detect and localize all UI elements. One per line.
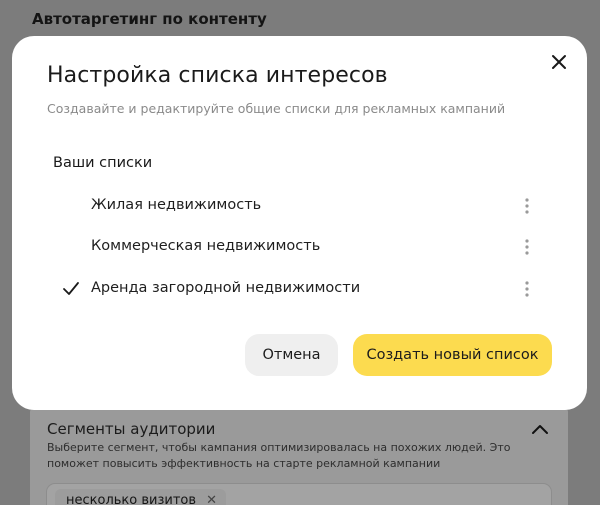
audience-segments-title: Сегменты аудитории <box>47 420 216 438</box>
cancel-button[interactable]: Отмена <box>245 334 338 376</box>
list-item-residential[interactable]: Жилая недвижимость <box>45 189 545 223</box>
segment-chip[interactable]: несколько визитов ✕ <box>55 489 227 505</box>
modal-title: Настройка списка интересов <box>47 63 388 88</box>
audience-segments-description: Выберите сегмент, чтобы кампания оптимиз… <box>47 441 511 470</box>
chevron-up-icon[interactable] <box>530 422 550 436</box>
list-item-commercial[interactable]: Коммерческая недвижимость <box>45 230 545 264</box>
create-new-list-button[interactable]: Создать новый список <box>353 334 552 376</box>
section-heading-autotargeting: Автотаргетинг по контенту <box>32 10 267 28</box>
list-item-label: Коммерческая недвижимость <box>91 238 321 254</box>
modal-subtitle: Создавайте и редактируйте общие списки д… <box>47 101 506 116</box>
list-item-country-rental[interactable]: Аренда загородной недвижимости <box>45 272 545 306</box>
list-item-label: Жилая недвижимость <box>91 197 262 213</box>
more-vertical-icon[interactable] <box>521 279 533 299</box>
more-vertical-icon[interactable] <box>521 196 533 216</box>
close-icon[interactable] <box>549 52 569 72</box>
chip-remove-icon[interactable]: ✕ <box>206 489 217 505</box>
list-item-label: Аренда загородной недвижимости <box>91 280 361 296</box>
your-lists-label: Ваши списки <box>53 155 153 171</box>
checkmark-icon <box>63 282 79 295</box>
more-vertical-icon[interactable] <box>521 237 533 257</box>
segment-chip-label: несколько визитов <box>66 493 197 505</box>
